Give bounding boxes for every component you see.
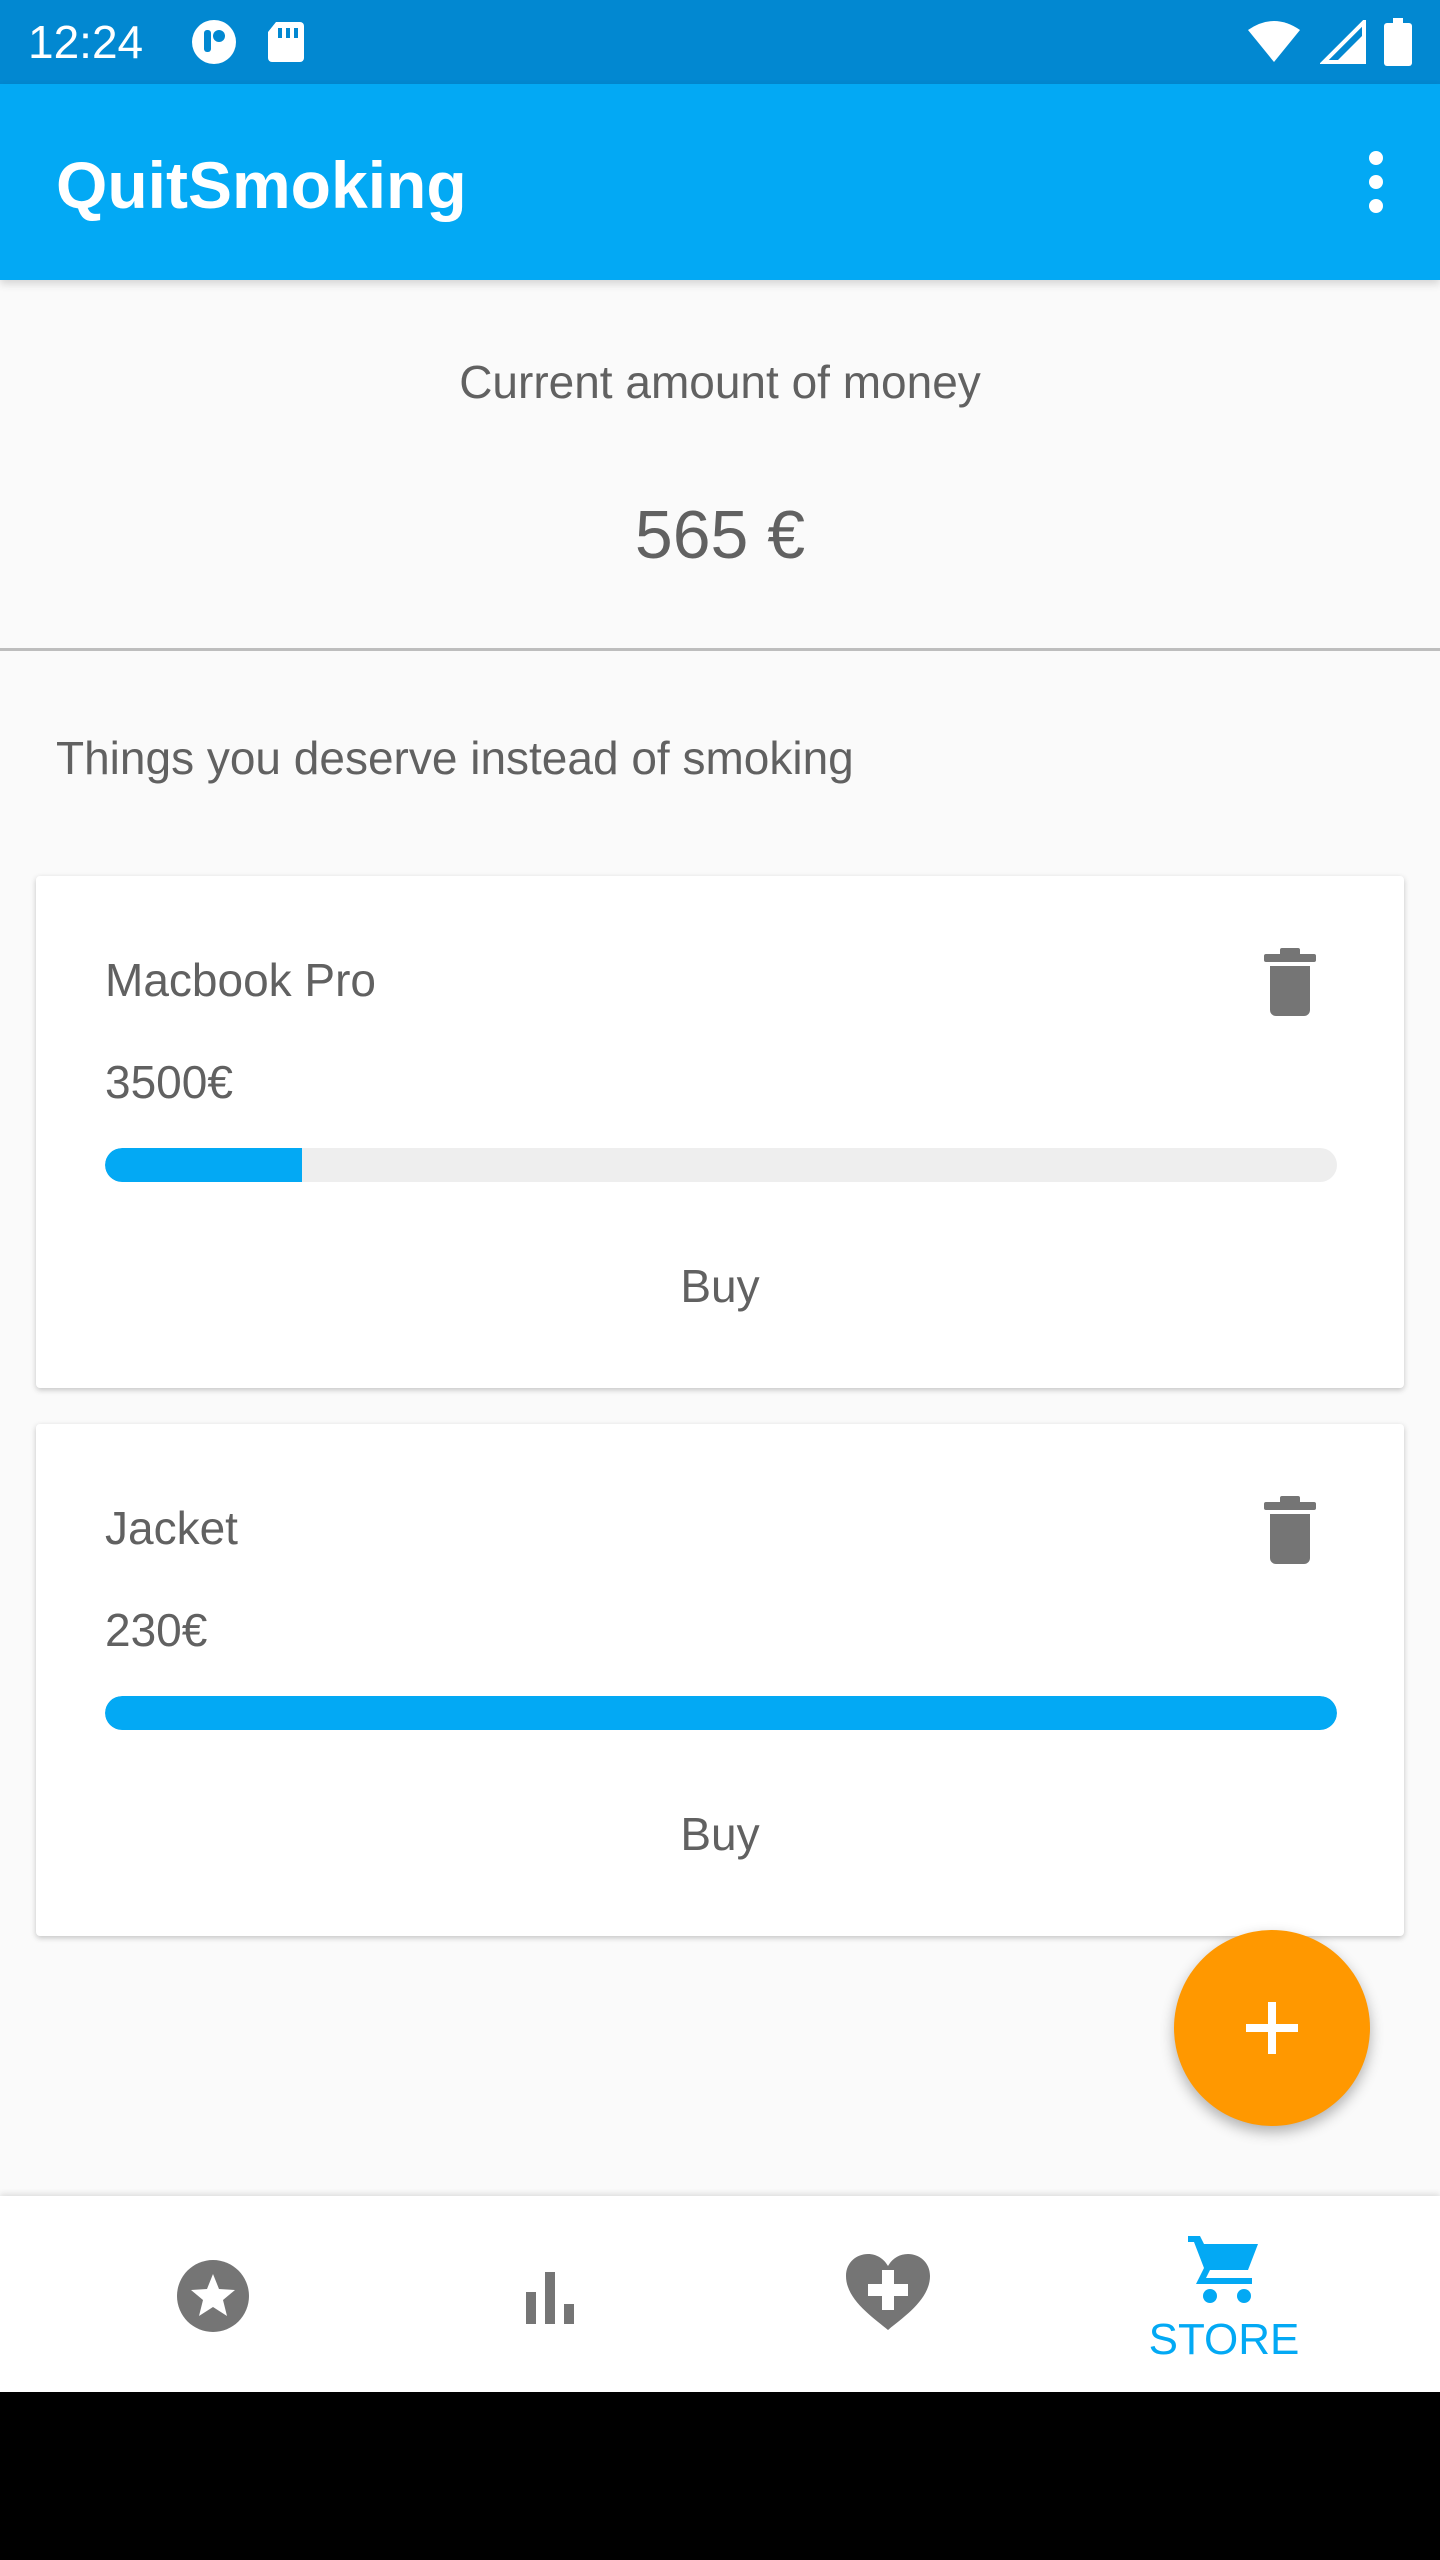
heart-plus-icon: [846, 2254, 930, 2330]
divider: [0, 648, 1440, 651]
wish-item-card: Jacket 230€ Buy: [36, 1424, 1404, 1936]
more-vert-icon[interactable]: [1352, 146, 1400, 218]
star-icon: [177, 2260, 249, 2332]
item-name: Jacket: [105, 1502, 238, 1554]
add-item-button[interactable]: [1174, 1930, 1370, 2126]
app-title: QuitSmoking: [56, 148, 467, 222]
status-bar: 12:24: [0, 0, 1440, 84]
nav-item-achievements[interactable]: [45, 2196, 381, 2392]
app-bar: QuitSmoking: [0, 84, 1440, 280]
wish-item-card: Macbook Pro 3500€ Buy: [36, 876, 1404, 1388]
progress-fill: [105, 1696, 1337, 1730]
sd-card-icon: [266, 18, 306, 71]
battery-icon: [1384, 18, 1412, 71]
money-value: 565 €: [634, 497, 806, 573]
nav-item-store[interactable]: STORE: [1056, 2196, 1392, 2392]
cart-icon: [1188, 2236, 1258, 2303]
progress-fill: [105, 1148, 303, 1182]
savings-progress-bar: [105, 1696, 1337, 1730]
system-navigation-bar: [0, 2392, 1440, 2560]
money-label: Current amount of money: [459, 356, 981, 408]
delete-icon[interactable]: [1258, 1494, 1322, 1566]
wifi-icon: [1246, 20, 1302, 69]
nav-label-store: STORE: [1148, 2315, 1300, 2364]
savings-progress-bar: [105, 1148, 1337, 1182]
notification-icon: [188, 18, 240, 71]
item-name: Macbook Pro: [105, 954, 377, 1006]
section-heading: Things you deserve instead of smoking: [56, 732, 854, 784]
delete-icon[interactable]: [1258, 946, 1322, 1018]
item-price: 230€: [105, 1604, 208, 1656]
cell-signal-icon: [1319, 17, 1366, 69]
nav-item-health[interactable]: [720, 2196, 1056, 2392]
buy-button[interactable]: Buy: [36, 1784, 1404, 1884]
item-price: 3500€: [105, 1056, 233, 1108]
status-time: 12:24: [28, 16, 144, 68]
nav-item-statistics[interactable]: [382, 2196, 718, 2392]
bar-chart-icon: [526, 2272, 574, 2324]
buy-button[interactable]: Buy: [36, 1236, 1404, 1336]
plus-icon: [1246, 2002, 1298, 2054]
bottom-navigation: STORE: [0, 2196, 1440, 2392]
